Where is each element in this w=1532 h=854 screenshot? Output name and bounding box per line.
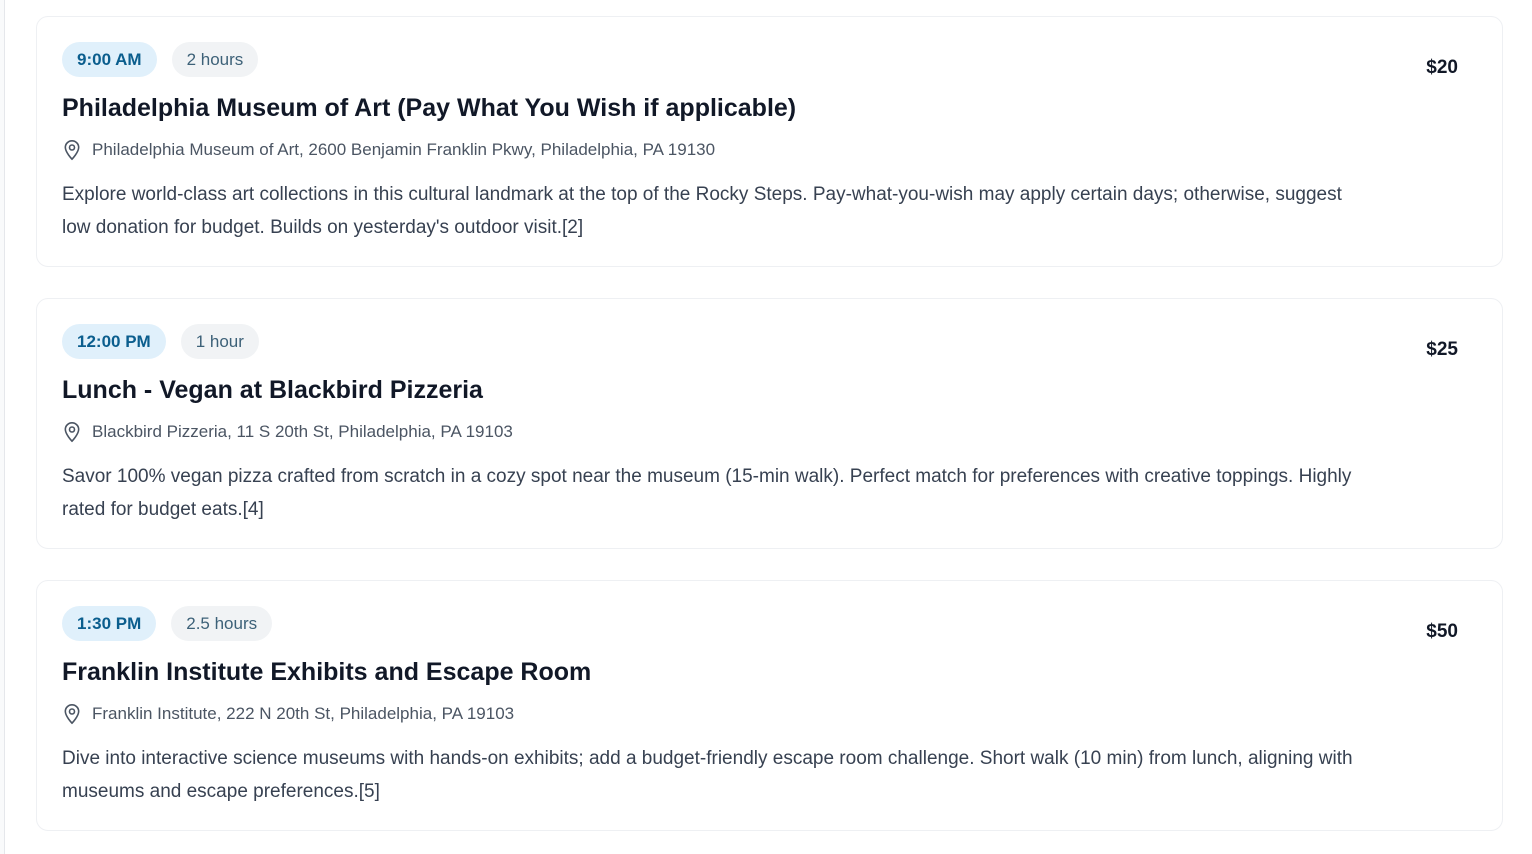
activity-title: Franklin Institute Exhibits and Escape R…	[62, 658, 592, 686]
time-badge: 12:00 PM	[62, 324, 166, 359]
location-text: Blackbird Pizzeria, 11 S 20th St, Philad…	[92, 422, 513, 441]
badge-row: 1:30 PM 2.5 hours	[62, 606, 273, 641]
duration-badge: 1 hour	[180, 324, 259, 359]
location-text: Franklin Institute, 222 N 20th St, Phila…	[92, 704, 515, 723]
location-text: Philadelphia Museum of Art, 2600 Benjami…	[92, 140, 716, 159]
badge-row: 12:00 PM 1 hour	[62, 324, 259, 359]
time-badge: 9:00 AM	[62, 42, 157, 77]
activity-description: Explore world-class art collections in t…	[62, 184, 1342, 238]
duration-badge: 2 hours	[171, 42, 259, 77]
itinerary-card[interactable]: 9:00 AM 2 hours $20 Philadelphia Museum …	[36, 16, 1503, 267]
activity-title: Philadelphia Museum of Art (Pay What You…	[62, 94, 797, 122]
location-row: Blackbird Pizzeria, 11 S 20th St, Philad…	[62, 421, 513, 443]
activity-description: Dive into interactive science museums wi…	[62, 748, 1353, 802]
location-row: Philadelphia Museum of Art, 2600 Benjami…	[62, 139, 715, 161]
activity-description: Savor 100% vegan pizza crafted from scra…	[62, 466, 1352, 520]
activity-title: Lunch - Vegan at Blackbird Pizzeria	[62, 376, 483, 404]
time-badge: 1:30 PM	[62, 606, 157, 641]
price-label: $20	[1426, 57, 1458, 78]
location-row: Franklin Institute, 222 N 20th St, Phila…	[62, 703, 514, 725]
badge-row: 9:00 AM 2 hours	[62, 42, 259, 77]
duration-badge: 2.5 hours	[171, 606, 273, 641]
map-pin-icon	[64, 140, 80, 161]
itinerary-card[interactable]: 1:30 PM 2.5 hours $50 Franklin Institute…	[36, 580, 1503, 831]
price-label: $50	[1426, 621, 1458, 642]
map-pin-icon	[64, 422, 80, 443]
price-label: $25	[1426, 339, 1458, 360]
map-pin-icon	[64, 704, 80, 725]
itinerary-card[interactable]: 12:00 PM 1 hour $25 Lunch - Vegan at Bla…	[36, 298, 1503, 549]
itinerary-page: 9:00 AM 2 hours $20 Philadelphia Museum …	[4, 0, 1532, 854]
